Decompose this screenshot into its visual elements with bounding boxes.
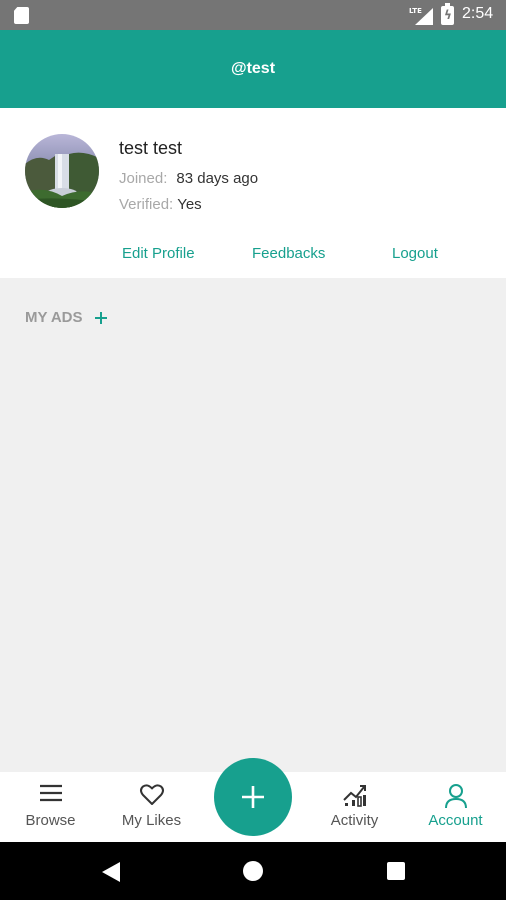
nav-my-likes[interactable]: My Likes (101, 772, 202, 842)
nav-activity[interactable]: Activity (304, 772, 405, 842)
battery-charging-icon: ϟ (441, 3, 454, 25)
heart-icon (139, 784, 164, 805)
recent-apps-icon[interactable] (387, 862, 405, 880)
network-type: LTE (409, 7, 422, 15)
nav-activity-label: Activity (330, 812, 379, 829)
waterfall-photo (25, 134, 99, 208)
home-icon[interactable] (243, 861, 263, 881)
chart-icon (342, 785, 366, 807)
feedbacks-button[interactable]: Feedbacks (252, 245, 325, 262)
app-header: @test (0, 30, 506, 108)
status-bar: LTE ϟ 2:54 (0, 0, 506, 30)
user-icon (444, 784, 467, 809)
edit-profile-button[interactable]: Edit Profile (122, 245, 195, 262)
my-ads-label: MY ADS (25, 309, 83, 326)
nav-browse-label: Browse (25, 812, 76, 829)
avatar[interactable] (25, 134, 99, 208)
system-nav-bar (0, 842, 506, 900)
verified-row: Verified: Yes (119, 196, 202, 213)
profile-name: test test (119, 138, 183, 158)
add-ad-icon[interactable] (93, 310, 109, 326)
joined-label: Joined: (119, 170, 168, 187)
nav-account[interactable]: Account (405, 772, 506, 842)
page-title: @test (230, 60, 276, 77)
back-icon[interactable] (102, 862, 120, 882)
verified-value: Yes (177, 196, 202, 213)
logout-button[interactable]: Logout (392, 245, 438, 262)
nav-account-label: Account (428, 812, 483, 829)
nav-my-likes-label: My Likes (121, 812, 182, 829)
create-ad-button[interactable] (214, 758, 292, 836)
my-ads-section: MY ADS (25, 309, 109, 326)
profile-card: test test Joined: 83 days ago Verified: Ye… (0, 108, 506, 278)
verified-label: Verified: (119, 196, 174, 213)
menu-icon (39, 784, 62, 802)
joined-row: Joined: 83 days ago (119, 170, 258, 187)
joined-value: 83 days ago (176, 170, 259, 187)
nav-browse[interactable]: Browse (0, 772, 101, 842)
plus-icon (242, 786, 264, 808)
clock: 2:54 (462, 5, 494, 22)
sim-card-icon (14, 7, 29, 24)
